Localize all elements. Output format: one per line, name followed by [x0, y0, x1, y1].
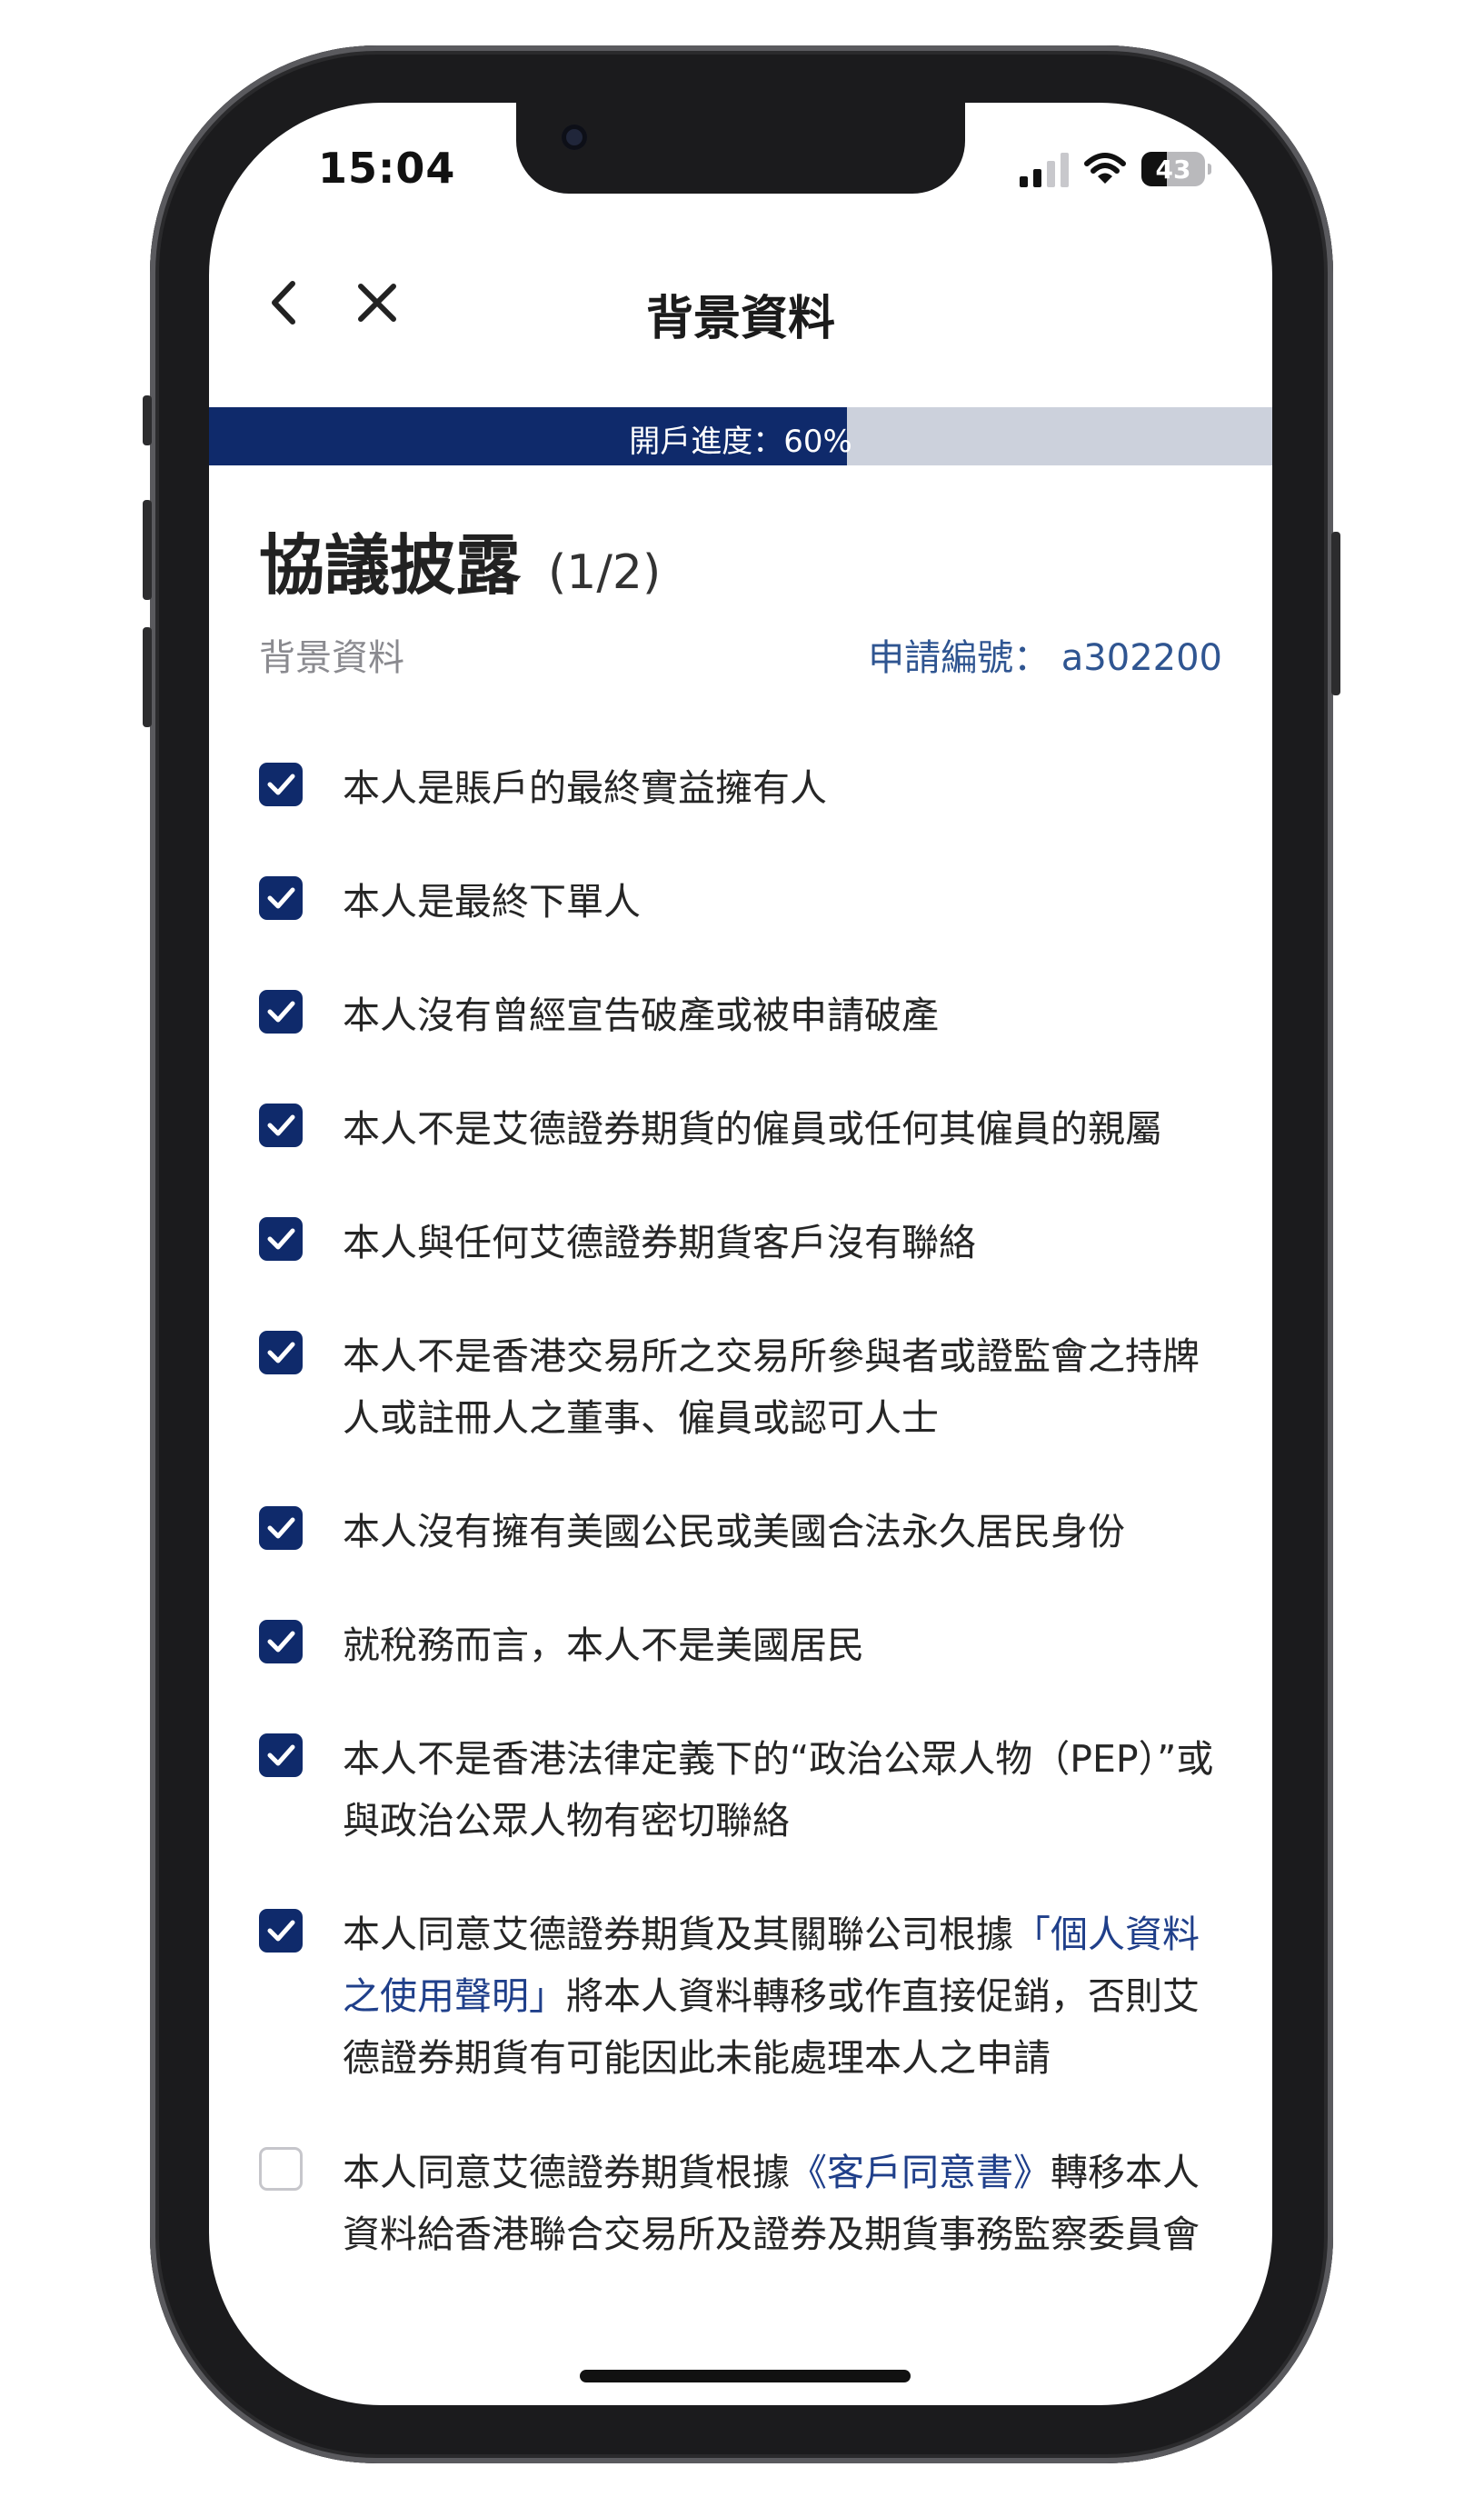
- checkbox-checked[interactable]: [259, 1620, 303, 1663]
- agreement-text-part: 本人同意艾德證券期貨根據: [343, 2151, 790, 2194]
- status-time: 15:04: [318, 144, 456, 193]
- mute-switch: [143, 395, 152, 445]
- agreement-item[interactable]: 本人同意艾德證券期貨根據《客戶同意書》轉移本人資料給香港聯合交易所及證券及期貨事…: [259, 2142, 1222, 2265]
- volume-up-button: [143, 500, 152, 600]
- agreement-item[interactable]: 本人同意艾德證券期貨及其關聯公司根據「個人資料之使用聲明」將本人資料轉移或作直接…: [259, 1903, 1222, 2089]
- agreement-text-part: 本人不是香港交易所之交易所參與者或證監會之持牌人或註冊人之董事、僱員或認可人士: [343, 1334, 1200, 1440]
- notch: [516, 103, 965, 194]
- progress-label: 開戶進度：60%: [629, 424, 852, 460]
- checkbox-checked[interactable]: [259, 1104, 303, 1147]
- checkmark-icon: [267, 1920, 295, 1942]
- checkmark-icon: [267, 1744, 295, 1766]
- agreement-text-part: 本人同意艾德證券期貨及其關聯公司根據: [343, 1913, 1013, 1956]
- checkmark-icon: [267, 887, 295, 909]
- nav-bar: 背景資料: [209, 257, 1272, 357]
- checkbox-checked[interactable]: [259, 763, 303, 806]
- checkbox-checked[interactable]: [259, 1733, 303, 1777]
- agreement-text: 本人同意艾德證券期貨及其關聯公司根據「個人資料之使用聲明」將本人資料轉移或作直接…: [343, 1903, 1222, 2089]
- agreement-text: 本人不是香港法律定義下的“政治公眾人物（PEP）”或與政治公眾人物有密切聯絡: [343, 1728, 1222, 1852]
- agreement-item[interactable]: 就稅務而言，本人不是美國居民: [259, 1614, 1222, 1676]
- agreement-text: 本人沒有曾經宣告破產或被申請破產: [343, 984, 1222, 1046]
- progress-bar: 開戶進度：60%: [209, 407, 1272, 465]
- agreement-text-part: 本人是賬戶的最終實益擁有人: [343, 766, 827, 810]
- camera-icon: [562, 125, 587, 150]
- home-indicator[interactable]: [580, 2370, 911, 2382]
- page-title: 背景資料: [645, 292, 835, 346]
- checkbox-unchecked[interactable]: [259, 2147, 303, 2191]
- signal-icon: [1020, 151, 1069, 187]
- checkbox-checked[interactable]: [259, 876, 303, 920]
- document-link[interactable]: 《客戶同意書》: [790, 2151, 1051, 2194]
- agreement-text-part: 本人不是艾德證券期貨的僱員或任何其僱員的親屬: [343, 1107, 1162, 1151]
- agreement-text-part: 本人不是香港法律定義下的“政治公眾人物（PEP）”或與政治公眾人物有密切聯絡: [343, 1737, 1214, 1843]
- agreement-text: 本人是最終下單人: [343, 871, 1222, 933]
- agreement-item[interactable]: 本人是最終下單人: [259, 871, 1222, 933]
- checkbox-checked[interactable]: [259, 1909, 303, 1953]
- agreement-item[interactable]: 本人與任何艾德證券期貨客戶沒有聯絡: [259, 1212, 1222, 1273]
- agreement-text: 本人不是香港交易所之交易所參與者或證監會之持牌人或註冊人之董事、僱員或認可人士: [343, 1325, 1222, 1449]
- volume-down-button: [143, 627, 152, 727]
- agreement-item[interactable]: 本人沒有擁有美國公民或美國合法永久居民身份: [259, 1501, 1222, 1563]
- checkmark-icon: [267, 1517, 295, 1539]
- checkbox-checked[interactable]: [259, 1217, 303, 1261]
- checkbox-checked[interactable]: [259, 1506, 303, 1550]
- screen: 15:04 43 背景資料 開戶進度：60% 協議披露 (1/2) 背景資料 申…: [209, 103, 1272, 2405]
- checkmark-icon: [267, 1342, 295, 1363]
- wifi-icon: [1084, 153, 1126, 184]
- agreement-item[interactable]: 本人不是艾德證券期貨的僱員或任何其僱員的親屬: [259, 1098, 1222, 1160]
- agreement-text: 就稅務而言，本人不是美國居民: [343, 1614, 1222, 1676]
- power-button: [1331, 532, 1340, 695]
- checkmark-icon: [267, 1001, 295, 1023]
- agreement-text-part: 本人沒有擁有美國公民或美國合法永久居民身份: [343, 1510, 1125, 1553]
- checkmark-icon: [267, 1114, 295, 1136]
- agreement-text-part: 本人與任何艾德證券期貨客戶沒有聯絡: [343, 1221, 976, 1264]
- checkmark-icon: [267, 774, 295, 795]
- agreement-item[interactable]: 本人不是香港法律定義下的“政治公眾人物（PEP）”或與政治公眾人物有密切聯絡: [259, 1728, 1222, 1852]
- agreement-text: 本人沒有擁有美國公民或美國合法永久居民身份: [343, 1501, 1222, 1563]
- agreement-item[interactable]: 本人不是香港交易所之交易所參與者或證監會之持牌人或註冊人之董事、僱員或認可人士: [259, 1325, 1222, 1449]
- agreement-text: 本人同意艾德證券期貨根據《客戶同意書》轉移本人資料給香港聯合交易所及證券及期貨事…: [343, 2142, 1222, 2265]
- checkmark-icon: [267, 1631, 295, 1653]
- agreement-text-part: 本人沒有曾經宣告破產或被申請破產: [343, 994, 939, 1037]
- agreement-text: 本人不是艾德證券期貨的僱員或任何其僱員的親屬: [343, 1098, 1222, 1160]
- section-label: 背景資料: [259, 637, 404, 679]
- checkbox-checked[interactable]: [259, 990, 303, 1034]
- agreement-text: 本人與任何艾德證券期貨客戶沒有聯絡: [343, 1212, 1222, 1273]
- agreement-text: 本人是賬戶的最終實益擁有人: [343, 757, 1222, 819]
- step-indicator: (1/2): [548, 545, 662, 600]
- agreement-item[interactable]: 本人沒有曾經宣告破產或被申請破產: [259, 984, 1222, 1046]
- agreement-text-part: 本人是最終下單人: [343, 880, 641, 924]
- agreement-item[interactable]: 本人是賬戶的最終實益擁有人: [259, 757, 1222, 819]
- status-icons: 43: [1020, 146, 1211, 192]
- heading-title: 協議披露: [259, 527, 522, 604]
- application-number: 申請編號： a302200: [868, 637, 1222, 679]
- section-heading: 協議披露 (1/2): [259, 512, 661, 607]
- battery-icon: 43: [1141, 152, 1211, 186]
- phone-frame: 15:04 43 背景資料 開戶進度：60% 協議披露 (1/2) 背景資料 申…: [143, 45, 1340, 2463]
- checkbox-checked[interactable]: [259, 1331, 303, 1374]
- battery-level: 43: [1155, 154, 1191, 185]
- checkmark-icon: [267, 1228, 295, 1250]
- agreement-text-part: 就稅務而言，本人不是美國居民: [343, 1623, 864, 1667]
